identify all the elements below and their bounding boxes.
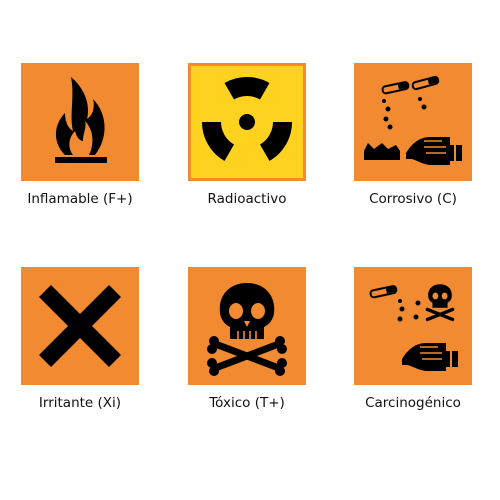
hazard-label: Irritante (Xi): [38, 395, 122, 411]
skull-crossbones-icon: [188, 267, 306, 385]
flame-icon: [21, 63, 139, 181]
hazard-label: Inflamable (F+): [27, 191, 133, 207]
hazard-label: Carcinogénico: [365, 395, 461, 411]
radiation-icon: [188, 63, 306, 181]
irritant-x-icon: [21, 267, 139, 385]
carcinogenic-icon: [354, 267, 472, 385]
hazard-label: Radioactivo: [207, 191, 287, 207]
corrosive-icon: [354, 63, 472, 181]
hazard-label: Corrosivo (C): [369, 191, 457, 207]
hazard-label: Tóxico (T+): [209, 395, 285, 411]
